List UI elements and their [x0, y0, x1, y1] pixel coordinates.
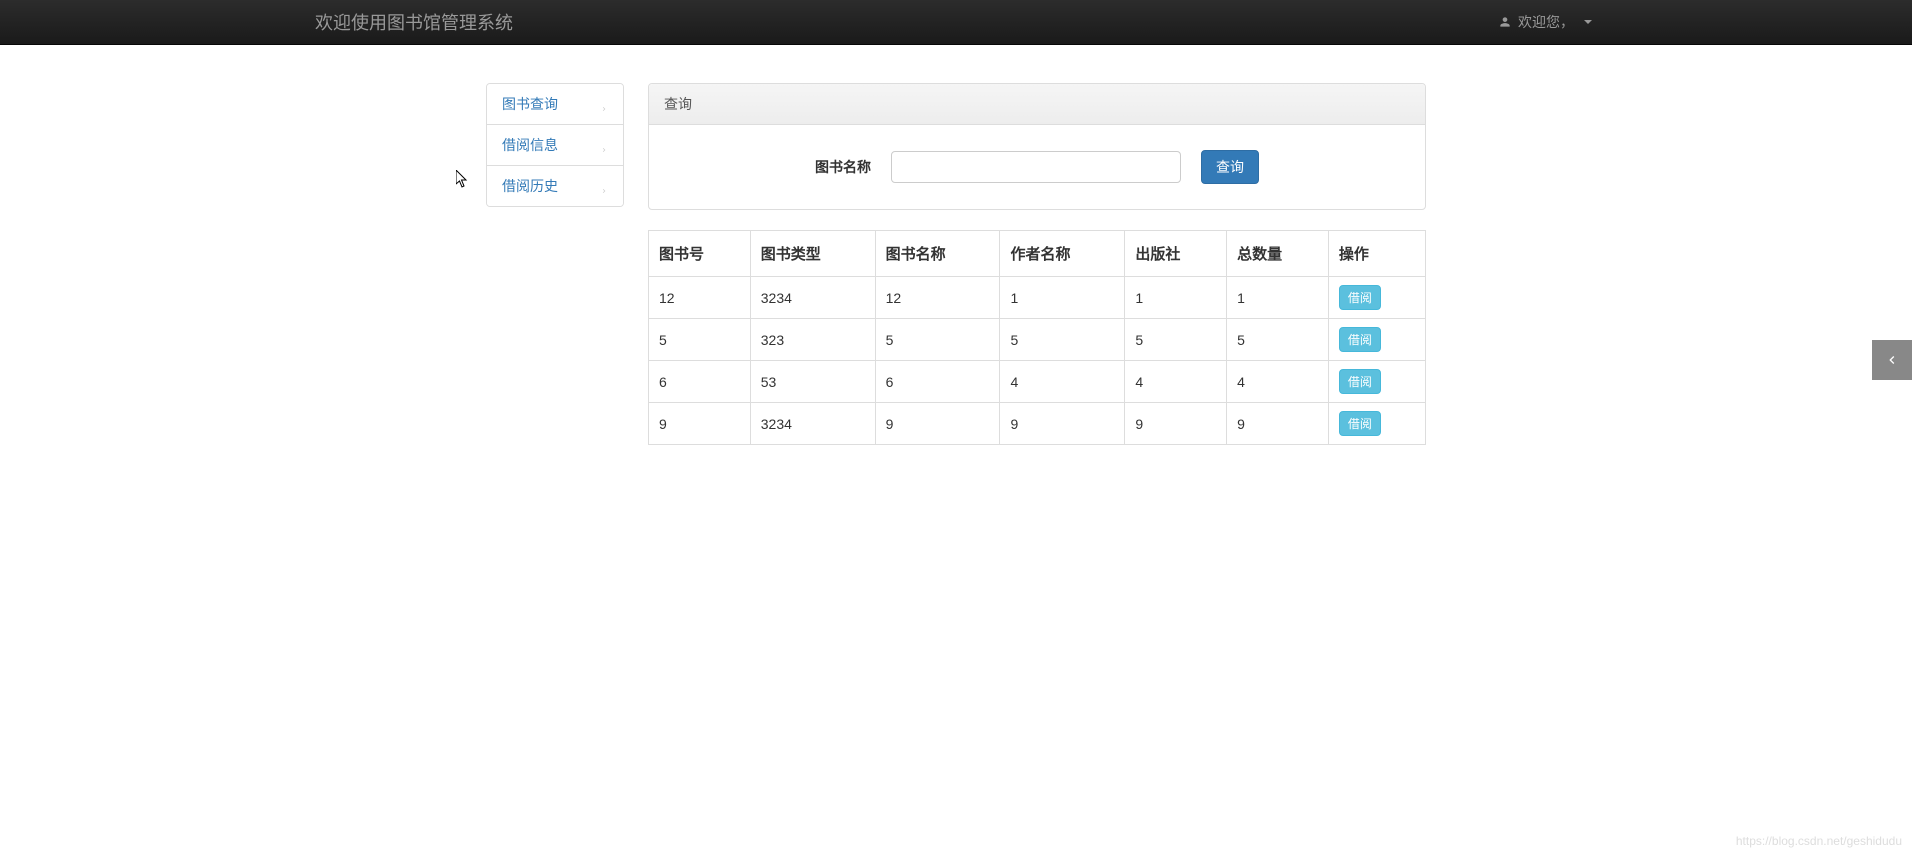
borrow-button[interactable]: 借阅: [1339, 369, 1381, 394]
th-author: 作者名称: [1000, 231, 1125, 277]
td-total: 1: [1227, 277, 1329, 319]
app-title: 欢迎使用图书馆管理系统: [315, 9, 513, 35]
sidebar-item-borrow-info: 借阅信息: [487, 125, 623, 166]
chevron-right-icon: [600, 141, 608, 149]
sidebar-item-book-search: 图书查询: [487, 84, 623, 125]
sidebar-item-borrow-history: 借阅历史: [487, 166, 623, 206]
caret-down-icon: [1584, 20, 1592, 24]
chevron-left-icon: [1884, 352, 1900, 368]
navbar: 欢迎使用图书馆管理系统 欢迎您，: [0, 0, 1912, 45]
td-book_type: 3234: [750, 277, 875, 319]
table-body: 12323412111借阅53235555借阅6536444借阅93234999…: [649, 277, 1426, 445]
sidebar-link-label: 借阅信息: [502, 135, 558, 155]
td-book_id: 5: [649, 319, 751, 361]
main-content: 查询 图书名称 查询 图书号 图书类型 图书名称 作者名称 出版社 总数量 操作: [648, 83, 1426, 445]
td-book_type: 53: [750, 361, 875, 403]
th-book-name: 图书名称: [875, 231, 1000, 277]
side-dock-toggle[interactable]: [1872, 340, 1912, 380]
td-total: 9: [1227, 403, 1329, 445]
cursor-icon: [456, 170, 470, 191]
td-publisher: 4: [1125, 361, 1227, 403]
book-name-label: 图书名称: [815, 157, 871, 177]
td-author: 5: [1000, 319, 1125, 361]
th-book-id: 图书号: [649, 231, 751, 277]
td-author: 9: [1000, 403, 1125, 445]
table-row: 53235555借阅: [649, 319, 1426, 361]
td-book_name: 6: [875, 361, 1000, 403]
td-book_id: 6: [649, 361, 751, 403]
book-name-input[interactable]: [891, 151, 1181, 183]
search-panel-title: 查询: [649, 84, 1425, 125]
th-publisher: 出版社: [1125, 231, 1227, 277]
td-action: 借阅: [1328, 319, 1425, 361]
sidebar: 图书查询 借阅信息 借阅历史: [486, 83, 624, 445]
td-book_name: 9: [875, 403, 1000, 445]
td-book_id: 9: [649, 403, 751, 445]
th-action: 操作: [1328, 231, 1425, 277]
borrow-button[interactable]: 借阅: [1339, 285, 1381, 310]
td-action: 借阅: [1328, 403, 1425, 445]
td-book_name: 5: [875, 319, 1000, 361]
sidebar-link-borrow-info[interactable]: 借阅信息: [487, 125, 623, 165]
user-menu[interactable]: 欢迎您，: [1498, 12, 1592, 32]
td-author: 1: [1000, 277, 1125, 319]
td-book_type: 3234: [750, 403, 875, 445]
td-book_id: 12: [649, 277, 751, 319]
td-book_type: 323: [750, 319, 875, 361]
sidebar-link-label: 借阅历史: [502, 176, 558, 196]
table-row: 12323412111借阅: [649, 277, 1426, 319]
sidebar-link-label: 图书查询: [502, 94, 558, 114]
user-icon: [1498, 15, 1512, 29]
table-row: 932349999借阅: [649, 403, 1426, 445]
books-table: 图书号 图书类型 图书名称 作者名称 出版社 总数量 操作 1232341211…: [648, 230, 1426, 445]
search-form: 图书名称 查询: [664, 140, 1410, 194]
table-row: 6536444借阅: [649, 361, 1426, 403]
td-action: 借阅: [1328, 277, 1425, 319]
borrow-button[interactable]: 借阅: [1339, 411, 1381, 436]
borrow-button[interactable]: 借阅: [1339, 327, 1381, 352]
sidebar-link-book-search[interactable]: 图书查询: [487, 84, 623, 124]
td-publisher: 1: [1125, 277, 1227, 319]
th-total: 总数量: [1227, 231, 1329, 277]
search-panel-body: 图书名称 查询: [649, 125, 1425, 209]
chevron-right-icon: [600, 100, 608, 108]
td-author: 4: [1000, 361, 1125, 403]
sidebar-nav: 图书查询 借阅信息 借阅历史: [486, 83, 624, 207]
td-total: 5: [1227, 319, 1329, 361]
td-total: 4: [1227, 361, 1329, 403]
table-header: 图书号 图书类型 图书名称 作者名称 出版社 总数量 操作: [649, 231, 1426, 277]
td-book_name: 12: [875, 277, 1000, 319]
chevron-right-icon: [600, 182, 608, 190]
sidebar-link-borrow-history[interactable]: 借阅历史: [487, 166, 623, 206]
search-button[interactable]: 查询: [1201, 150, 1259, 184]
search-panel: 查询 图书名称 查询: [648, 83, 1426, 210]
td-publisher: 9: [1125, 403, 1227, 445]
td-publisher: 5: [1125, 319, 1227, 361]
main-container: 图书查询 借阅信息 借阅历史: [486, 45, 1426, 445]
user-greeting: 欢迎您，: [1518, 12, 1574, 32]
th-book-type: 图书类型: [750, 231, 875, 277]
watermark: https://blog.csdn.net/geshidudu: [1736, 834, 1902, 848]
td-action: 借阅: [1328, 361, 1425, 403]
